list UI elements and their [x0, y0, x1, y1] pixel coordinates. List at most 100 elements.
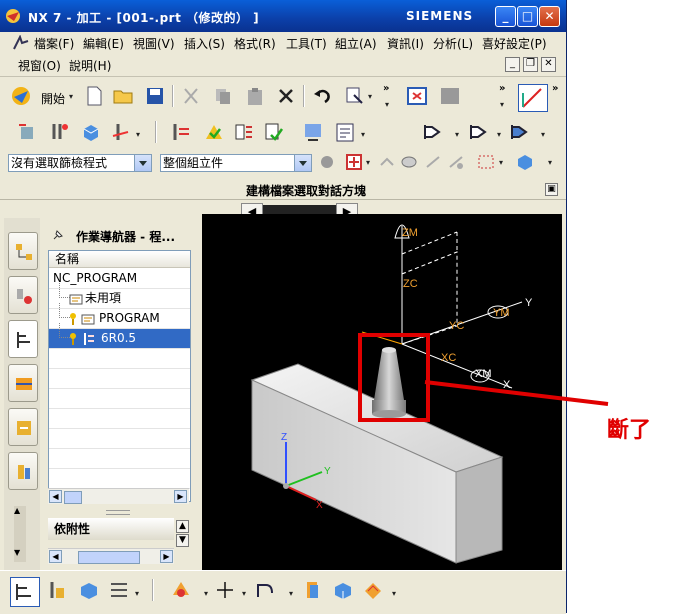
- resource-tab-assembly[interactable]: [8, 232, 38, 270]
- mdi-close-button[interactable]: ✕: [541, 57, 556, 72]
- cut-icon[interactable]: [180, 85, 202, 107]
- resource-tab-reuse-library[interactable]: [8, 408, 38, 446]
- dependency-horizontal-scrollbar[interactable]: ◀ ▶: [48, 548, 174, 564]
- scroll-thumb[interactable]: [64, 491, 82, 504]
- menu-view[interactable]: 視圖(V): [133, 35, 175, 52]
- title-bar[interactable]: NX 7 - 加工 - [001-.prt （修改的） ] SIEMENS _ …: [0, 0, 566, 32]
- tree-row-program[interactable]: PROGRAM: [49, 303, 190, 329]
- program-view-icon[interactable]: [46, 579, 68, 601]
- pin-icon[interactable]: [52, 229, 64, 241]
- chevron-down-icon[interactable]: [134, 155, 151, 171]
- assembly-scope-combo[interactable]: 整個組立件: [160, 154, 312, 172]
- snap-point-dropdown-icon[interactable]: ▾: [366, 158, 370, 167]
- resource-tab-operation-navigator[interactable]: [8, 320, 38, 358]
- resource-tab-history[interactable]: [8, 452, 38, 490]
- menu-assembly[interactable]: 組立(A): [335, 35, 377, 52]
- generate-toolpath-icon[interactable]: [203, 121, 225, 143]
- start-dropdown-icon[interactable]: ▾: [69, 92, 73, 101]
- save-icon[interactable]: [144, 85, 166, 107]
- solid-body-icon[interactable]: [332, 579, 354, 601]
- mdi-minimize-button[interactable]: _: [505, 57, 520, 72]
- selection-filter-combo[interactable]: 沒有選取篩檢程式: [8, 154, 152, 172]
- feature-icon[interactable]: [302, 579, 324, 601]
- scroll-thumb[interactable]: [78, 551, 140, 564]
- create-method-icon[interactable]: [110, 121, 132, 143]
- menu-help[interactable]: 說明(H): [69, 57, 111, 74]
- panel-scroll-up-icon[interactable]: ▲: [176, 520, 189, 533]
- scroll-left-icon[interactable]: ◀: [49, 490, 62, 503]
- shop-documentation-icon[interactable]: [334, 121, 356, 143]
- tree-horizontal-scrollbar[interactable]: ◀ ▶: [48, 488, 189, 504]
- toolbar-overflow-icon-2[interactable]: »: [499, 83, 505, 94]
- close-button[interactable]: ✕: [539, 6, 560, 27]
- replay-toolpath-icon[interactable]: [233, 121, 255, 143]
- create-operation-icon[interactable]: [170, 121, 192, 143]
- tree-row-6r05-selected[interactable]: 6R0.5: [49, 323, 190, 349]
- paste-icon[interactable]: [244, 85, 266, 107]
- rectangle-select-icon[interactable]: [477, 153, 495, 171]
- wcs-orient-icon[interactable]: [518, 84, 548, 112]
- display-style-icon[interactable]: [170, 579, 192, 601]
- machine-tool-view-dropdown-icon[interactable]: ▾: [497, 130, 501, 139]
- method-view-icon[interactable]: [108, 579, 130, 601]
- select-feature-icon[interactable]: [378, 153, 396, 171]
- postprocess-icon[interactable]: [302, 121, 324, 143]
- program-order-view-icon[interactable]: [422, 121, 444, 143]
- dependency-panel-header[interactable]: 依附性: [48, 518, 174, 540]
- delete-icon[interactable]: [275, 85, 297, 107]
- resource-bar-scroll[interactable]: ▲ ▼: [14, 506, 26, 562]
- shaded-view-icon[interactable]: [439, 85, 461, 107]
- menu-preferences[interactable]: 喜好設定(P): [482, 35, 547, 52]
- create-method-dropdown-icon[interactable]: ▾: [136, 130, 140, 139]
- select-body-icon[interactable]: [447, 153, 465, 171]
- scroll-down-icon[interactable]: ▼: [14, 548, 20, 557]
- start-label[interactable]: 開始: [41, 90, 65, 107]
- splitter-handle[interactable]: [106, 510, 130, 515]
- operation-navigator-view-icon[interactable]: [10, 577, 40, 607]
- menu-window[interactable]: 視窗(O): [18, 57, 61, 74]
- program-order-view-dropdown-icon[interactable]: ▾: [455, 130, 459, 139]
- open-folder-icon[interactable]: [112, 85, 134, 107]
- column-header-name[interactable]: 名稱: [49, 251, 190, 268]
- dialog-bar-options-button[interactable]: ▣: [545, 183, 558, 196]
- display-style-dropdown-icon[interactable]: ▾: [204, 589, 208, 598]
- resource-tab-machine[interactable]: [8, 364, 38, 402]
- point-dropdown-icon[interactable]: ▾: [242, 589, 246, 598]
- maximize-button[interactable]: □: [517, 6, 538, 27]
- scroll-right-icon[interactable]: ▶: [160, 550, 173, 563]
- resource-tab-constraint[interactable]: [8, 276, 38, 314]
- command-finder-icon[interactable]: [344, 85, 366, 107]
- scroll-left-icon[interactable]: ◀: [49, 550, 62, 563]
- menu-edit[interactable]: 編輯(E): [83, 35, 124, 52]
- method-view-dropdown-icon[interactable]: ▾: [135, 589, 139, 598]
- selection-scope-icon[interactable]: [318, 153, 336, 171]
- machine-tool-view-icon[interactable]: [468, 121, 490, 143]
- menu-analysis[interactable]: 分析(L): [433, 35, 473, 52]
- cutting-tool[interactable]: [372, 347, 406, 418]
- verify-toolpath-icon[interactable]: [263, 121, 285, 143]
- create-program-icon[interactable]: [16, 121, 38, 143]
- menu-format[interactable]: 格式(R): [234, 35, 276, 52]
- tree-row-unused-items[interactable]: 未用項: [49, 283, 190, 309]
- rectangle-select-dropdown-icon[interactable]: ▾: [499, 158, 503, 167]
- scroll-right-icon[interactable]: ▶: [174, 490, 187, 503]
- toolbar-overflow-dropdown-icon[interactable]: ▾: [385, 100, 389, 109]
- new-file-icon[interactable]: [83, 85, 105, 107]
- toolbar-overflow-icon[interactable]: »: [383, 83, 389, 94]
- toolbar-overflow-icon-3[interactable]: »: [552, 83, 558, 94]
- surface-dropdown-icon[interactable]: ▾: [392, 589, 396, 598]
- select-edge-icon[interactable]: [424, 153, 442, 171]
- toolbar-overflow-dropdown-icon-2[interactable]: ▾: [500, 100, 504, 109]
- fit-view-icon[interactable]: [406, 85, 428, 107]
- shop-documentation-dropdown-icon[interactable]: ▾: [361, 130, 365, 139]
- geometry-view-icon[interactable]: [509, 121, 531, 143]
- undo-icon[interactable]: [311, 85, 333, 107]
- command-finder-dropdown-icon[interactable]: ▾: [368, 92, 372, 101]
- render-style-icon[interactable]: [516, 153, 534, 171]
- point-icon[interactable]: [214, 579, 236, 601]
- menu-tools[interactable]: 工具(T): [286, 35, 327, 52]
- copy-icon[interactable]: [212, 85, 234, 107]
- render-style-dropdown-icon[interactable]: ▾: [548, 158, 552, 167]
- curve-dropdown-icon[interactable]: ▾: [289, 589, 293, 598]
- tree-row-nc-program[interactable]: NC_PROGRAM: [49, 269, 190, 289]
